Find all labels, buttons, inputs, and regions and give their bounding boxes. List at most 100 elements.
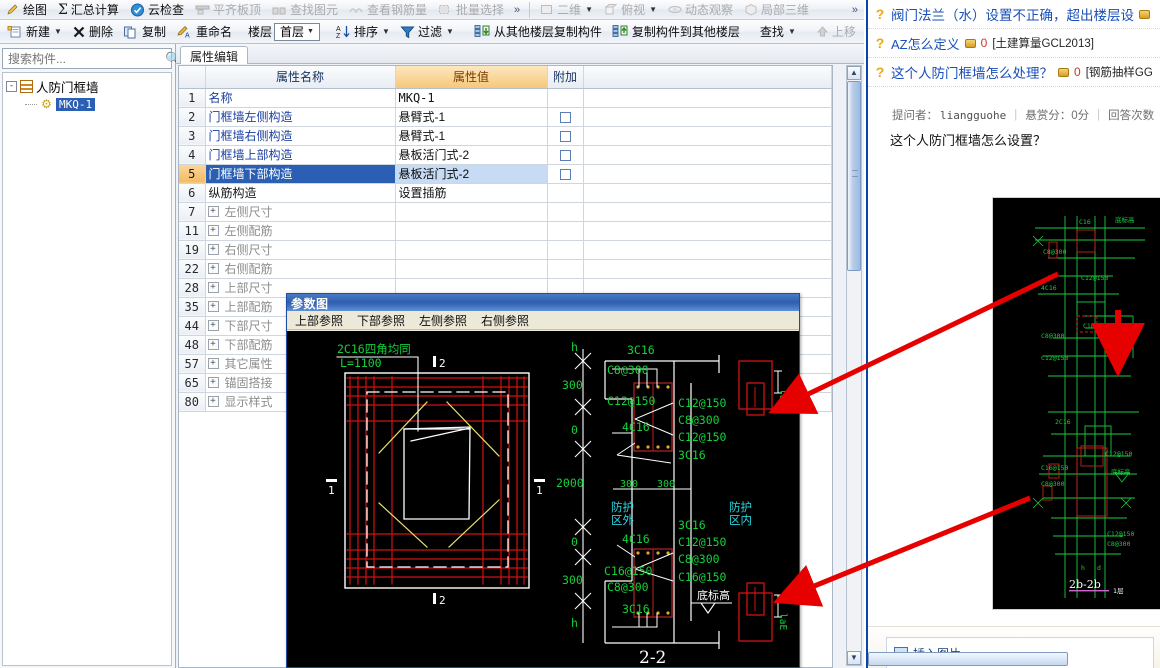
group-expander-icon[interactable]: + — [207, 282, 219, 293]
property-name-cell[interactable]: + 左侧尺寸 — [205, 202, 396, 222]
table-row[interactable]: 6 纵筋构造 设置插筋 — [179, 183, 832, 203]
question-list-item-3[interactable]: ? 这个人防门框墙怎么处理？ 0 [钢筋抽样GG — [868, 58, 1160, 87]
checkbox-icon[interactable] — [559, 168, 571, 180]
property-name-cell[interactable]: + 右侧尺寸 — [205, 240, 396, 260]
ribbon-item-dynamic-orbit[interactable]: 动态观察 — [664, 1, 737, 19]
chevron-down-icon-floor[interactable]: ▼ — [304, 28, 317, 35]
property-name-cell[interactable]: 门框墙右侧构造 — [205, 126, 396, 146]
group-expander-icon[interactable]: + — [207, 320, 219, 331]
chevron-down-icon-sort[interactable]: ▼ — [382, 27, 390, 36]
property-name-cell[interactable]: + 左侧配筋 — [205, 221, 396, 241]
menu-bottom-reference[interactable]: 下部参照 — [357, 312, 405, 329]
ribbon-overflow-left[interactable]: » — [511, 4, 523, 16]
group-expander-icon[interactable]: + — [207, 263, 219, 274]
cad-canvas[interactable]: 2 2 1 1 2C16四角均同 L=1100 h 300 0 2000 0 3… — [287, 331, 799, 667]
question-link-3[interactable]: 这个人防门框墙怎么处理？ — [891, 62, 1053, 82]
ribbon-item-cloud-check[interactable]: 云检查 — [126, 1, 188, 19]
property-value-cell[interactable]: 设置插筋 — [395, 183, 548, 203]
ribbon-item-local-3d[interactable]: 局部三维 — [740, 1, 813, 19]
table-row[interactable]: 19 + 右侧尺寸 — [179, 240, 832, 260]
property-name-cell[interactable]: 门框墙下部构造 — [205, 164, 396, 184]
question-list-item-2[interactable]: ? AZ怎么定义 0 [土建算量GCL2013] — [868, 29, 1160, 58]
tab-property-editor[interactable]: 属性编辑 — [180, 46, 249, 64]
property-name-cell[interactable]: 门框墙上部构造 — [205, 145, 396, 165]
attach-checkbox-cell[interactable] — [547, 107, 584, 127]
group-expander-icon[interactable]: + — [207, 301, 219, 312]
chevron-down-icon-filter[interactable]: ▼ — [446, 27, 454, 36]
tree-expander-root[interactable]: - — [6, 80, 17, 92]
attach-checkbox-cell[interactable] — [547, 164, 584, 184]
table-row[interactable]: 4 门框墙上部构造 悬板活门式-2 — [179, 145, 832, 165]
toolbar-overflow[interactable]: » — [862, 26, 864, 38]
menu-left-reference[interactable]: 左侧参照 — [419, 312, 467, 329]
search-box[interactable]: 🔍 — [2, 48, 181, 69]
table-row[interactable]: 22 + 右侧配筋 — [179, 259, 832, 279]
group-expander-icon[interactable]: + — [207, 358, 219, 369]
property-value-cell[interactable]: 悬板活门式-2 — [395, 164, 548, 184]
component-tree[interactable]: - 人防门框墙 ⚙ MKQ-1 — [2, 72, 172, 666]
scrollbar-thumb[interactable] — [847, 81, 861, 271]
table-row[interactable]: 7 + 左侧尺寸 — [179, 202, 832, 222]
horizontal-scrollbar[interactable] — [868, 652, 1068, 666]
property-value-cell[interactable]: 悬臂式-1 — [395, 107, 548, 127]
table-row[interactable]: 5 门框墙下部构造 悬板活门式-2 — [179, 164, 832, 184]
checkbox-icon[interactable] — [559, 111, 571, 123]
parameter-diagram-window[interactable]: 参数图 上部参照 下部参照 左侧参照 右侧参照 2 2 1 1 2C16四角均同… — [286, 293, 800, 668]
attach-checkbox-cell[interactable] — [547, 88, 584, 108]
sort-button[interactable]: A Z 排序 ▼ — [332, 22, 394, 42]
ribbon-item-top-view[interactable]: 俯视 ▼ — [600, 1, 661, 19]
checkbox-icon[interactable] — [559, 130, 571, 142]
property-grid-scrollbar[interactable]: ▲ ▼ — [846, 65, 862, 666]
checkbox-icon[interactable] — [559, 149, 571, 161]
group-expander-icon[interactable]: + — [207, 396, 219, 407]
copy-to-other-floor-button[interactable]: 复制构件到其他楼层 — [608, 22, 744, 42]
ribbon-item-batch-select[interactable]: 批量选择 — [434, 1, 508, 19]
attach-checkbox-cell[interactable] — [547, 240, 584, 260]
ribbon-item-find-element[interactable]: 查找图元 — [268, 1, 342, 19]
property-name-cell[interactable]: 门框墙左侧构造 — [205, 107, 396, 127]
chevron-down-icon-new[interactable]: ▼ — [54, 27, 62, 36]
property-value-cell[interactable] — [395, 221, 548, 241]
property-value-cell[interactable] — [395, 240, 548, 260]
menu-top-reference[interactable]: 上部参照 — [295, 312, 343, 329]
ribbon-overflow-right[interactable]: » — [849, 4, 864, 16]
delete-button[interactable]: 删除 — [68, 22, 117, 42]
copy-from-other-floor-button[interactable]: 从其他楼层复制构件 — [470, 22, 606, 42]
attached-cad-image[interactable]: C16 底标高 C8@300 C12@150 4C16 C16 C8@300 C… — [992, 197, 1160, 610]
find-button[interactable]: 查找 ▼ — [756, 22, 800, 42]
ribbon-item-draw[interactable]: 绘图 — [2, 1, 51, 19]
ribbon-item-align-slab-top[interactable]: 平齐板顶 — [191, 1, 265, 19]
search-input[interactable] — [3, 50, 165, 67]
question-link-1[interactable]: 阀门法兰（水）设置不正确，超出楼层设 — [891, 4, 1134, 24]
ribbon-item-summary-calc[interactable]: Σ 汇总计算 — [54, 1, 123, 19]
chevron-down-icon-top-view[interactable]: ▼ — [649, 5, 657, 14]
group-expander-icon[interactable]: + — [207, 377, 219, 388]
property-name-cell[interactable]: 纵筋构造 — [205, 183, 396, 203]
property-name-cell[interactable]: 名称 — [205, 88, 396, 108]
group-expander-icon[interactable]: + — [207, 244, 219, 255]
scroll-up-button[interactable]: ▲ — [847, 66, 861, 80]
tree-node-root[interactable]: - 人防门框墙 — [6, 77, 171, 95]
group-expander-icon[interactable]: + — [207, 206, 219, 217]
attach-checkbox-cell[interactable] — [547, 221, 584, 241]
table-row[interactable]: 1 名称 MKQ-1 — [179, 88, 832, 108]
menu-right-reference[interactable]: 右侧参照 — [481, 312, 529, 329]
scroll-down-button[interactable]: ▼ — [847, 651, 861, 665]
group-expander-icon[interactable]: + — [207, 225, 219, 236]
attach-checkbox-cell[interactable] — [547, 202, 584, 222]
attach-checkbox-cell[interactable] — [547, 126, 584, 146]
attach-checkbox-cell[interactable] — [547, 259, 584, 279]
property-value-cell[interactable] — [395, 259, 548, 279]
floor-select[interactable]: 首层 ▼ — [274, 22, 321, 41]
property-value-cell[interactable]: 悬臂式-1 — [395, 126, 548, 146]
attach-checkbox-cell[interactable] — [547, 145, 584, 165]
question-link-2[interactable]: AZ怎么定义 — [891, 34, 960, 53]
copy-button[interactable]: 复制 — [119, 22, 170, 42]
table-row[interactable]: 2 门框墙左侧构造 悬臂式-1 — [179, 107, 832, 127]
table-row[interactable]: 3 门框墙右侧构造 悬臂式-1 — [179, 126, 832, 146]
property-value-cell[interactable] — [395, 202, 548, 222]
attach-checkbox-cell[interactable] — [547, 183, 584, 203]
ribbon-item-view-rebar-qty[interactable]: 查看钢筋量 — [345, 1, 431, 19]
table-row[interactable]: 11 + 左侧配筋 — [179, 221, 832, 241]
filter-button[interactable]: 过滤 ▼ — [396, 22, 458, 42]
